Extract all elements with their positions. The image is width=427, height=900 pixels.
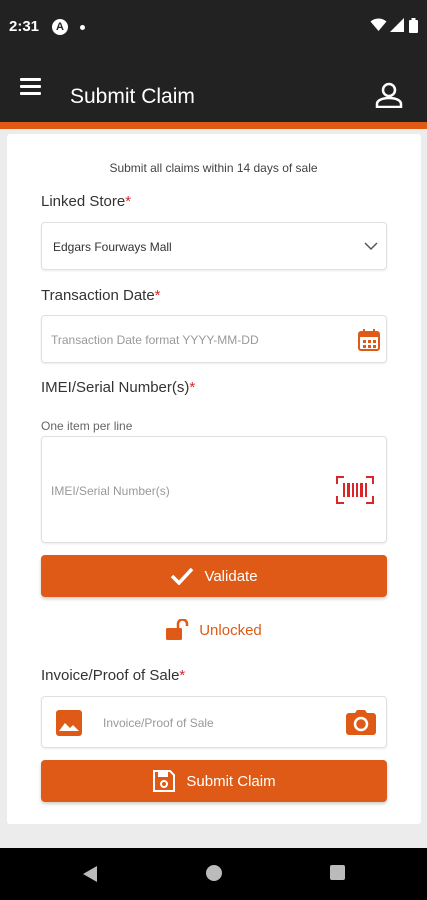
system-nav-bar bbox=[0, 848, 427, 900]
battery-icon bbox=[409, 18, 418, 33]
linked-store-label: Linked Store* bbox=[41, 193, 132, 210]
wifi-icon bbox=[370, 18, 387, 31]
profile-icon[interactable] bbox=[375, 82, 403, 108]
check-icon bbox=[171, 567, 194, 585]
signal-icon bbox=[390, 18, 404, 32]
camera-icon[interactable] bbox=[346, 709, 376, 735]
barcode-icon[interactable] bbox=[336, 476, 374, 504]
imei-placeholder: IMEI/Serial Number(s) bbox=[51, 484, 170, 498]
imei-label: IMEI/Serial Number(s)* bbox=[41, 379, 196, 396]
invoice-field[interactable]: Invoice/Proof of Sale bbox=[41, 696, 387, 748]
notification-dot-icon bbox=[80, 25, 85, 30]
app-bar: Submit Claim bbox=[0, 56, 427, 122]
imei-textarea[interactable]: IMEI/Serial Number(s) bbox=[41, 436, 387, 543]
invoice-label: Invoice/Proof of Sale* bbox=[41, 667, 186, 684]
submission-hint: Submit all claims within 14 days of sale bbox=[109, 161, 318, 175]
back-icon[interactable] bbox=[82, 865, 98, 883]
lock-status: Unlocked bbox=[0, 619, 427, 641]
save-icon bbox=[153, 770, 176, 792]
page-title: Submit Claim bbox=[70, 85, 195, 108]
validate-button[interactable]: Validate bbox=[41, 555, 387, 597]
notification-a-icon: A bbox=[52, 19, 68, 35]
imei-sublabel: One item per line bbox=[41, 419, 133, 433]
recents-icon[interactable] bbox=[330, 865, 345, 880]
home-icon[interactable] bbox=[206, 865, 222, 881]
linked-store-select[interactable]: Edgars Fourways Mall bbox=[41, 222, 387, 270]
app-bar-accent-line bbox=[0, 122, 427, 129]
submit-claim-button-label: Submit Claim bbox=[186, 772, 276, 790]
linked-store-value: Edgars Fourways Mall bbox=[53, 240, 172, 254]
image-icon[interactable] bbox=[56, 710, 82, 736]
transaction-date-field[interactable]: Transaction Date format YYYY-MM-DD bbox=[41, 315, 387, 363]
validate-button-label: Validate bbox=[204, 567, 258, 585]
lock-status-label: Unlocked bbox=[199, 621, 262, 639]
chevron-down-icon bbox=[364, 242, 378, 251]
status-bar: 2:31 A bbox=[0, 0, 427, 56]
status-time: 2:31 bbox=[9, 18, 40, 35]
invoice-placeholder: Invoice/Proof of Sale bbox=[103, 716, 214, 730]
transaction-date-placeholder: Transaction Date format YYYY-MM-DD bbox=[51, 333, 259, 347]
submit-claim-button[interactable]: Submit Claim bbox=[41, 760, 387, 802]
unlock-icon bbox=[166, 619, 189, 640]
transaction-date-label: Transaction Date* bbox=[41, 287, 161, 304]
calendar-icon[interactable] bbox=[358, 329, 380, 351]
menu-icon[interactable] bbox=[20, 78, 42, 98]
